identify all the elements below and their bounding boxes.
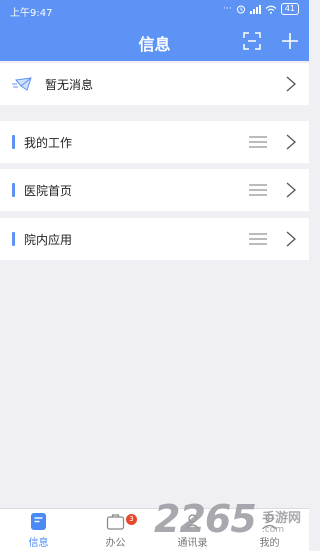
briefcase-icon [106,514,125,530]
scan-icon[interactable] [243,32,261,50]
page-title: 信息 [138,35,171,54]
tab-messages[interactable]: 信息 [0,509,77,551]
message-icon [12,77,32,91]
section-accent-bar [12,183,15,197]
watermark-text: 手游网 [262,511,302,526]
watermark-brand: 2265 [154,497,257,541]
section-label: 院内应用 [24,232,73,247]
app-header: 上午9:47 ··· 41 信息 [0,0,309,61]
section-row-my-work[interactable]: 我的工作 [0,121,309,163]
watermark-url: .com [262,525,285,535]
section-label: 我的工作 [24,135,73,150]
section-row-internal-apps[interactable]: 院内应用 [0,218,309,260]
signal-icon [249,4,261,14]
message-tab-icon [31,513,46,530]
chevron-right-icon [286,134,296,150]
alarm-icon [236,5,245,14]
chevron-right-icon [286,76,296,92]
message-row[interactable]: 暂无消息 [0,63,309,105]
section-row-hospital-home[interactable]: 医院首页 [0,169,309,211]
tab-label: 办公 [105,538,126,549]
section-label: 医院首页 [24,183,73,198]
menu-icon[interactable] [249,233,267,245]
dots-icon: ··· [223,4,232,14]
tab-label: 信息 [28,538,49,549]
plus-icon[interactable] [281,32,299,50]
message-row-label: 暂无消息 [45,77,94,92]
status-bar: 上午9:47 ··· 41 [0,0,309,20]
unread-badge: 3 [126,514,137,525]
section-accent-bar [12,232,15,246]
status-time: 上午9:47 [10,8,53,19]
battery-indicator: 41 [280,3,299,15]
chevron-right-icon [286,182,296,198]
section-accent-bar [12,135,15,149]
menu-icon[interactable] [249,184,267,196]
tab-office[interactable]: 3 办公 [77,509,154,551]
menu-icon[interactable] [249,136,267,148]
chevron-right-icon [286,231,296,247]
wifi-icon [265,5,277,14]
status-icons: ··· 41 [223,3,299,15]
watermark-logo: 2265 手游网 .com [150,495,309,550]
